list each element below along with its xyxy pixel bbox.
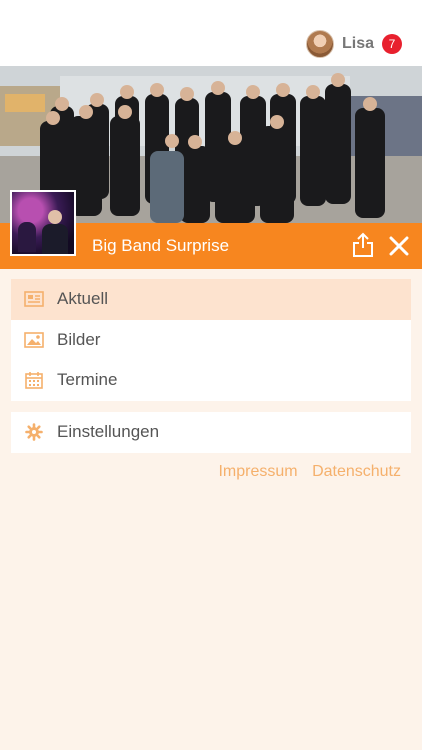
impressum-link[interactable]: Impressum — [218, 463, 297, 480]
user-name[interactable]: Lisa — [342, 35, 374, 53]
calendar-icon — [24, 370, 44, 390]
menu-item-label: Termine — [57, 370, 118, 390]
close-icon — [389, 236, 409, 256]
menu-item-einstellungen[interactable]: Einstellungen — [11, 412, 411, 453]
menu-item-label: Bilder — [57, 329, 101, 349]
image-icon — [24, 330, 44, 350]
top-bar: Lisa 7 — [0, 0, 422, 66]
datenschutz-link[interactable]: Datenschutz — [312, 463, 401, 480]
notification-badge[interactable]: 7 — [382, 34, 402, 54]
footer-links: Impressum Datenschutz — [208, 463, 401, 481]
user-profile[interactable]: Lisa 7 — [305, 30, 402, 58]
user-avatar[interactable] — [305, 30, 334, 58]
share-button[interactable] — [352, 232, 374, 258]
close-button[interactable] — [388, 235, 410, 257]
gear-icon — [24, 422, 44, 442]
band-name: Big Band Surprise — [92, 236, 230, 255]
settings-menu: Einstellungen — [11, 412, 411, 453]
menu-item-bilder[interactable]: Bilder — [11, 320, 411, 361]
menu-item-label: Einstellungen — [57, 422, 160, 442]
main-menu: Aktuell Bilder Termine — [11, 279, 411, 401]
menu-item-aktuell[interactable]: Aktuell — [11, 279, 411, 320]
band-thumbnail[interactable] — [10, 190, 76, 256]
menu-item-label: Aktuell — [57, 289, 109, 309]
menu-item-termine[interactable]: Termine — [11, 360, 411, 401]
share-icon — [353, 232, 373, 257]
newspaper-icon — [24, 289, 44, 309]
